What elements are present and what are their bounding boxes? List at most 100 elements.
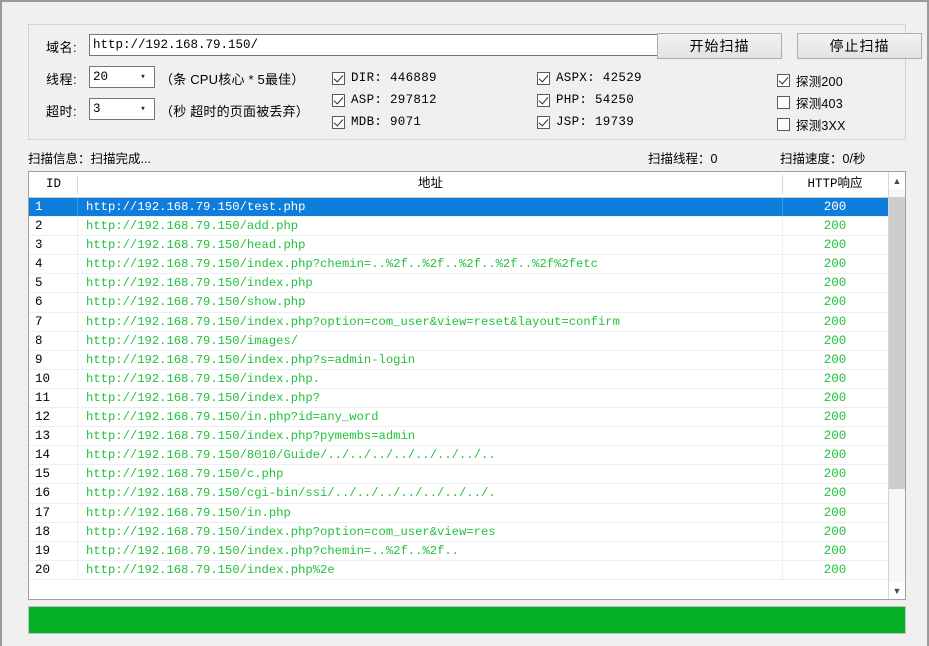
- domain-input[interactable]: http://192.168.79.150/: [89, 34, 665, 56]
- table-row[interactable]: 2 http://192.168.79.150/add.php 200: [29, 217, 888, 237]
- scroll-down-icon[interactable]: ▼: [889, 582, 905, 599]
- checkbox-aspx-box[interactable]: [537, 71, 550, 85]
- threads-note: （条 CPU核心 * 5最佳）: [160, 72, 305, 87]
- vertical-scrollbar[interactable]: ▲ ▼: [888, 172, 905, 599]
- checkbox-mdb-box[interactable]: [332, 115, 345, 129]
- table-row[interactable]: 10 http://192.168.79.150/index.php. 200: [29, 369, 888, 389]
- checkbox-probe-3xx[interactable]: 探测3XX: [777, 115, 846, 134]
- cell-http-response: 200: [823, 352, 847, 367]
- checkbox-jsp[interactable]: JSP: 19739: [537, 115, 634, 129]
- cell-id: 7: [35, 314, 43, 329]
- table-row[interactable]: 18 http://192.168.79.150/index.php?option…: [29, 522, 888, 542]
- cell-address: http://192.168.79.150/cgi-bin/ssi/../../…: [86, 486, 496, 501]
- column-header-id[interactable]: ID: [29, 172, 78, 197]
- table-row[interactable]: 19 http://192.168.79.150/index.php?chemin…: [29, 541, 888, 561]
- scrollbar-thumb[interactable]: [889, 197, 905, 489]
- cell-address: http://192.168.79.150/show.php: [86, 295, 306, 310]
- table-row[interactable]: 15 http://192.168.79.150/c.php 200: [29, 465, 888, 485]
- checkbox-probe-200-box[interactable]: [777, 74, 790, 87]
- table-row[interactable]: 17 http://192.168.79.150/in.php 200: [29, 503, 888, 523]
- table-row[interactable]: 14 http://192.168.79.150/8010/Guide/../..…: [29, 446, 888, 466]
- checkbox-asp-label: ASP: 297812: [351, 93, 437, 107]
- checkbox-probe-3xx-label: 探测3XX: [796, 119, 846, 133]
- table-header-row: ID 地址 HTTP响应: [29, 172, 905, 198]
- column-header-address[interactable]: 地址: [78, 172, 783, 197]
- cell-address: http://192.168.79.150/test.php: [86, 200, 306, 214]
- cell-id: 4: [35, 257, 43, 272]
- table-row[interactable]: 13 http://192.168.79.150/index.php?pymemb…: [29, 427, 888, 447]
- table-row[interactable]: 9 http://192.168.79.150/index.php?s=admin…: [29, 350, 888, 370]
- table-row[interactable]: 16 http://192.168.79.150/cgi-bin/ssi/../.…: [29, 484, 888, 504]
- cell-http-response: 200: [823, 295, 847, 310]
- column-header-http-response[interactable]: HTTP响应: [783, 172, 887, 197]
- cell-id: 13: [35, 429, 51, 444]
- table-row[interactable]: 12 http://192.168.79.150/in.php?id=any_wo…: [29, 408, 888, 428]
- checkbox-probe-3xx-box[interactable]: [777, 118, 790, 131]
- stop-scan-button[interactable]: 停止扫描: [797, 33, 922, 59]
- checkbox-probe-403[interactable]: 探测403: [777, 93, 843, 112]
- checkbox-aspx-label: ASPX: 42529: [556, 71, 642, 85]
- table-row[interactable]: 20 http://192.168.79.150/index.php%2e 200: [29, 560, 888, 580]
- cell-address: http://192.168.79.150/index.php?chemin=.…: [86, 257, 598, 272]
- checkbox-php-box[interactable]: [537, 93, 550, 107]
- cell-http-response: 200: [823, 505, 847, 520]
- table-row[interactable]: 7 http://192.168.79.150/index.php?option=…: [29, 312, 888, 332]
- checkbox-dir[interactable]: DIR: 446889: [332, 71, 437, 85]
- table-row[interactable]: 11 http://192.168.79.150/index.php? 200: [29, 388, 888, 409]
- scroll-up-icon[interactable]: ▲: [889, 172, 905, 189]
- checkbox-probe-200[interactable]: 探测200: [777, 71, 843, 90]
- checkbox-php[interactable]: PHP: 54250: [537, 93, 634, 107]
- cell-id: 14: [35, 448, 51, 463]
- cell-id: 3: [35, 238, 43, 253]
- cell-http-response: 200: [823, 448, 847, 463]
- checkbox-dir-label: DIR: 446889: [351, 71, 437, 85]
- table-row[interactable]: 1 http://192.168.79.150/test.php 200: [29, 198, 888, 218]
- cell-http-response: 200: [823, 219, 847, 234]
- cell-address: http://192.168.79.150/head.php: [86, 238, 306, 253]
- cell-id: 15: [35, 467, 51, 482]
- threads-label: 线程:: [46, 72, 78, 87]
- cell-http-response: 200: [823, 467, 847, 482]
- checkbox-dir-box[interactable]: [332, 71, 345, 85]
- status-line: 扫描信息：扫描完成... 扫描线程：0 扫描速度：0/秒: [28, 148, 906, 168]
- cell-http-response: 200: [823, 524, 847, 539]
- timeout-combobox[interactable]: 3 ▾: [89, 98, 155, 120]
- cell-id: 20: [35, 562, 51, 577]
- cell-http-response: 200: [823, 486, 847, 501]
- cell-address: http://192.168.79.150/add.php: [86, 219, 299, 234]
- cell-address: http://192.168.79.150/index.php.: [86, 371, 321, 386]
- cell-address: http://192.168.79.150/index.php?: [86, 390, 321, 405]
- checkbox-probe-403-box[interactable]: [777, 96, 790, 109]
- checkbox-mdb[interactable]: MDB: 9071: [332, 115, 421, 129]
- table-body[interactable]: 1 http://192.168.79.150/test.php 200 2 http:…: [29, 198, 888, 600]
- table-row[interactable]: 6 http://192.168.79.150/show.php 200: [29, 293, 888, 313]
- table-row[interactable]: 3 http://192.168.79.150/head.php 200: [29, 236, 888, 256]
- checkbox-php-label: PHP: 54250: [556, 93, 635, 107]
- cell-http-response: 200: [823, 543, 847, 558]
- threads-value: 20: [93, 70, 109, 84]
- table-row[interactable]: 4 http://192.168.79.150/index.php?chemin=…: [29, 255, 888, 275]
- threads-combobox[interactable]: 20 ▾: [89, 66, 155, 88]
- cell-http-response: 200: [823, 257, 847, 272]
- cell-address: http://192.168.79.150/index.php?chemin=.…: [86, 543, 459, 558]
- cell-id: 16: [35, 486, 51, 501]
- scanner-window: 域名: http://192.168.79.150/ 线程: 20 ▾ （条 C…: [0, 0, 929, 646]
- cell-id: 12: [35, 410, 51, 425]
- cell-id: 5: [35, 276, 43, 291]
- checkbox-asp[interactable]: ASP: 297812: [332, 93, 437, 107]
- table-row[interactable]: 8 http://192.168.79.150/images/200: [29, 331, 888, 351]
- cell-address: http://192.168.79.150/index.php%2e: [86, 562, 335, 577]
- checkbox-jsp-box[interactable]: [537, 115, 550, 129]
- cell-id: 8: [35, 333, 43, 348]
- start-scan-button[interactable]: 开始扫描: [657, 33, 782, 59]
- cell-http-response: 200: [823, 200, 847, 214]
- cell-id: 1: [35, 200, 43, 214]
- checkbox-jsp-label: JSP: 19739: [556, 115, 635, 129]
- checkbox-probe-403-label: 探测403: [796, 97, 843, 111]
- cell-address: http://192.168.79.150/in.php: [86, 505, 291, 520]
- scrollbar-track[interactable]: [889, 189, 905, 582]
- cell-http-response: 200: [823, 314, 847, 329]
- checkbox-aspx[interactable]: ASPX: 42529: [537, 71, 642, 85]
- table-row[interactable]: 5 http://192.168.79.150/index.php 200: [29, 274, 888, 294]
- checkbox-asp-box[interactable]: [332, 93, 345, 107]
